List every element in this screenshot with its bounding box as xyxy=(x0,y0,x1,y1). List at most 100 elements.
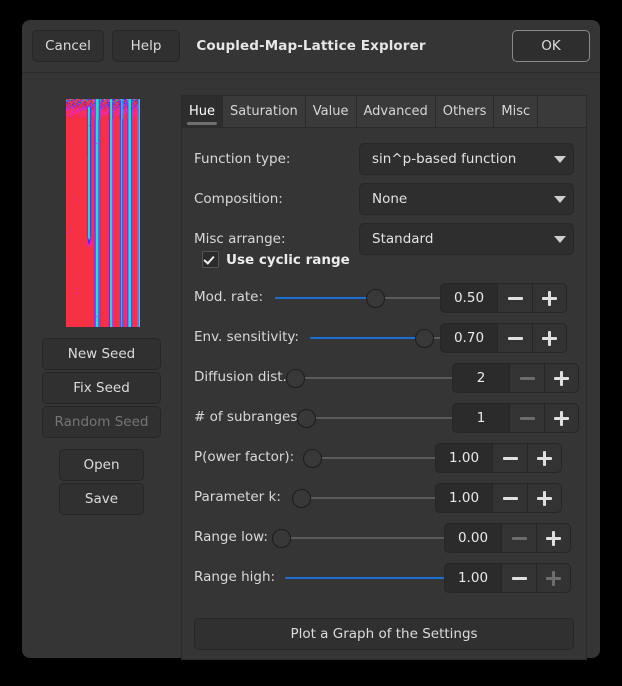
slider-row-0: Mod. rate: 0.50 xyxy=(182,278,586,318)
plus-icon xyxy=(554,371,569,386)
spinner-increment-button-3[interactable] xyxy=(544,403,579,433)
slider-label-4: P(ower factor): xyxy=(194,449,294,465)
spinner-decrement-button-4[interactable] xyxy=(492,443,527,473)
preview-canvas[interactable] xyxy=(66,99,140,327)
spinner-increment-button-4[interactable] xyxy=(527,443,562,473)
use-cyclic-range-checkbox[interactable]: Use cyclic range xyxy=(202,251,350,268)
spinner-value-3[interactable]: 1 xyxy=(452,403,509,433)
combo-row-1: Composition: None xyxy=(194,183,574,215)
dialog-window: Cancel Help Coupled-Map-Lattice Explorer… xyxy=(22,20,600,658)
spinner-value-7[interactable]: 1.00 xyxy=(444,563,501,593)
plus-icon xyxy=(542,331,557,346)
minus-icon xyxy=(508,297,523,300)
save-button[interactable]: Save xyxy=(59,483,144,515)
combo-label-0: Function type: xyxy=(194,151,290,167)
spinner-7: 1.00 xyxy=(444,563,571,593)
tab-saturation[interactable]: Saturation xyxy=(223,96,306,127)
spinner-0: 0.50 xyxy=(440,283,567,313)
slider-label-3: # of subranges: xyxy=(194,409,302,425)
slider-row-4: P(ower factor): 1.00 xyxy=(182,438,586,478)
spinner-decrement-button-5[interactable] xyxy=(492,483,527,513)
settings-notebook: HueSaturationValueAdvancedOthersMisc Fun… xyxy=(181,95,587,660)
slider-row-7: Range high: 1.00 xyxy=(182,558,586,598)
plot-graph-button[interactable]: Plot a Graph of the Settings xyxy=(194,618,574,650)
minus-icon xyxy=(503,497,518,500)
dialog-header: Cancel Help Coupled-Map-Lattice Explorer… xyxy=(22,20,600,73)
tab-misc[interactable]: Misc xyxy=(494,96,538,127)
minus-icon xyxy=(508,337,523,340)
spinner-5: 1.00 xyxy=(435,483,562,513)
plus-icon xyxy=(542,291,557,306)
spinner-value-4[interactable]: 1.00 xyxy=(435,443,492,473)
chevron-down-icon xyxy=(547,236,573,243)
spinner-decrement-button-7[interactable] xyxy=(501,563,536,593)
combo-row-0: Function type: sin^p-based function xyxy=(194,143,574,175)
open-button[interactable]: Open xyxy=(59,449,144,481)
checkbox-check-icon xyxy=(202,251,219,268)
combo-select-1[interactable]: None xyxy=(359,183,574,215)
slider-row-6: Range low:0.00 xyxy=(182,518,586,558)
plus-icon xyxy=(537,451,552,466)
tab-page-hue: Function type: sin^p-based function Compos… xyxy=(181,127,587,660)
spinner-decrement-button-0[interactable] xyxy=(497,283,532,313)
slider-thumb-1[interactable] xyxy=(415,329,434,348)
spinner-1: 0.70 xyxy=(440,323,567,353)
spinner-increment-button-5[interactable] xyxy=(527,483,562,513)
slider-row-3: # of subranges: 1 xyxy=(182,398,586,438)
spinner-value-0[interactable]: 0.50 xyxy=(440,283,497,313)
spinner-decrement-button-6 xyxy=(501,523,536,553)
slider-thumb-3[interactable] xyxy=(297,409,316,428)
slider-label-7: Range high: xyxy=(194,569,275,585)
slider-row-1: Env. sensitivity:0.70 xyxy=(182,318,586,358)
spinner-value-5[interactable]: 1.00 xyxy=(435,483,492,513)
spinner-value-1[interactable]: 0.70 xyxy=(440,323,497,353)
ok-button[interactable]: OK xyxy=(512,30,590,62)
spinner-2: 2 xyxy=(452,363,579,393)
combo-select-2[interactable]: Standard xyxy=(359,223,574,255)
cancel-button[interactable]: Cancel xyxy=(32,30,104,62)
spinner-value-2[interactable]: 2 xyxy=(452,363,509,393)
tab-others[interactable]: Others xyxy=(436,96,495,127)
preview-image[interactable] xyxy=(66,99,140,327)
combo-label-1: Composition: xyxy=(194,191,283,207)
tab-value[interactable]: Value xyxy=(306,96,357,127)
tab-advanced[interactable]: Advanced xyxy=(357,96,436,127)
fix-seed-button[interactable]: Fix Seed xyxy=(42,372,161,404)
slider-thumb-6[interactable] xyxy=(272,529,291,548)
tab-hue[interactable]: Hue xyxy=(182,96,223,127)
dialog-body: New Seed Fix Seed Random Seed Open Save … xyxy=(22,73,600,658)
combo-select-0[interactable]: sin^p-based function xyxy=(359,143,574,175)
help-button[interactable]: Help xyxy=(112,30,180,62)
chevron-down-icon xyxy=(547,196,573,203)
use-cyclic-range-label: Use cyclic range xyxy=(226,252,350,268)
minus-icon xyxy=(503,457,518,460)
slider-thumb-5[interactable] xyxy=(292,489,311,508)
slider-thumb-4[interactable] xyxy=(303,449,322,468)
plus-icon xyxy=(546,531,561,546)
slider-fill-0 xyxy=(275,297,374,299)
slider-thumb-0[interactable] xyxy=(366,289,385,308)
spinner-increment-button-7 xyxy=(536,563,571,593)
plus-icon xyxy=(537,491,552,506)
new-seed-button[interactable]: New Seed xyxy=(42,338,161,370)
left-panel: New Seed Fix Seed Random Seed Open Save xyxy=(22,73,180,658)
slider-row-5: Parameter k:1.00 xyxy=(182,478,586,518)
slider-fill-1 xyxy=(310,337,423,339)
spinner-3: 1 xyxy=(452,403,579,433)
combo-value-0: sin^p-based function xyxy=(360,151,547,167)
minus-icon xyxy=(512,537,527,540)
minus-icon xyxy=(520,417,535,420)
minus-icon xyxy=(520,377,535,380)
slider-thumb-2[interactable] xyxy=(286,369,305,388)
slider-label-0: Mod. rate: xyxy=(194,289,263,305)
spinner-decrement-button-1[interactable] xyxy=(497,323,532,353)
spinner-increment-button-1[interactable] xyxy=(532,323,567,353)
chevron-down-icon xyxy=(547,156,573,163)
spinner-increment-button-2[interactable] xyxy=(544,363,579,393)
spinner-value-6[interactable]: 0.00 xyxy=(444,523,501,553)
spinner-increment-button-0[interactable] xyxy=(532,283,567,313)
spinner-increment-button-6[interactable] xyxy=(536,523,571,553)
combo-value-1: None xyxy=(360,191,547,207)
tab-bar-filler xyxy=(538,96,586,127)
spinner-decrement-button-3 xyxy=(509,403,544,433)
